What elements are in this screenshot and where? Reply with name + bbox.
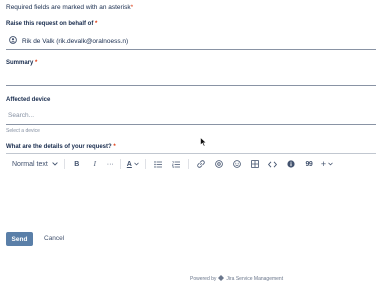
toolbar-separator bbox=[119, 159, 121, 169]
summary-underline bbox=[6, 85, 376, 86]
on-behalf-select[interactable]: Rik de Valk (rik.devalk@oralnoess.n) bbox=[6, 35, 374, 47]
summary-input[interactable] bbox=[6, 70, 376, 84]
text-color-button[interactable]: A bbox=[127, 157, 139, 171]
on-behalf-value: Rik de Valk (rik.devalk@oralnoess.n) bbox=[22, 37, 129, 45]
device-hint: Select a device bbox=[6, 128, 40, 134]
mention-icon[interactable] bbox=[213, 157, 225, 171]
chevron-down-icon bbox=[328, 161, 333, 168]
link-icon[interactable] bbox=[195, 157, 207, 171]
bullet-list-icon[interactable] bbox=[152, 157, 164, 171]
on-behalf-label: Raise this request on behalf of * bbox=[6, 21, 98, 27]
emoji-icon[interactable] bbox=[231, 157, 243, 171]
summary-label: Summary * bbox=[6, 60, 38, 66]
insert-more-button[interactable]: + bbox=[321, 157, 333, 171]
chevron-down-icon bbox=[134, 161, 139, 168]
more-formatting-button[interactable]: ··· bbox=[107, 157, 114, 171]
text-style-dropdown[interactable]: Normal text bbox=[12, 157, 58, 171]
table-icon[interactable] bbox=[249, 157, 261, 171]
required-fields-note: Required fields are marked with an aster… bbox=[6, 4, 134, 11]
italic-button[interactable]: I bbox=[89, 157, 101, 171]
toolbar-separator bbox=[144, 159, 146, 169]
jira-logo-icon bbox=[218, 275, 225, 283]
chevron-down-icon bbox=[52, 161, 58, 168]
numbered-list-icon[interactable] bbox=[170, 157, 182, 171]
editor-toolbar: Normal text B I ··· A 99 + bbox=[8, 157, 339, 171]
cancel-button[interactable]: Cancel bbox=[44, 235, 64, 242]
user-icon bbox=[9, 36, 17, 46]
toolbar-separator bbox=[187, 159, 189, 169]
device-search-input[interactable]: Search... bbox=[8, 112, 376, 122]
bold-button[interactable]: B bbox=[71, 157, 83, 171]
device-search-underline bbox=[6, 124, 376, 125]
send-button[interactable]: Send bbox=[6, 232, 33, 246]
details-label: What are the details of your request? * bbox=[6, 144, 116, 150]
code-icon[interactable] bbox=[267, 157, 279, 171]
editor-top-border bbox=[6, 153, 376, 154]
quote-icon[interactable]: 99 bbox=[303, 157, 315, 171]
mouse-cursor-icon bbox=[200, 134, 207, 152]
powered-by-footer: Powered by Jira Service Management bbox=[190, 275, 284, 283]
affected-device-label: Affected device bbox=[6, 97, 51, 103]
toolbar-separator bbox=[63, 159, 65, 169]
info-panel-icon[interactable] bbox=[285, 157, 297, 171]
on-behalf-underline bbox=[6, 49, 376, 50]
details-editor-area[interactable] bbox=[6, 174, 376, 224]
